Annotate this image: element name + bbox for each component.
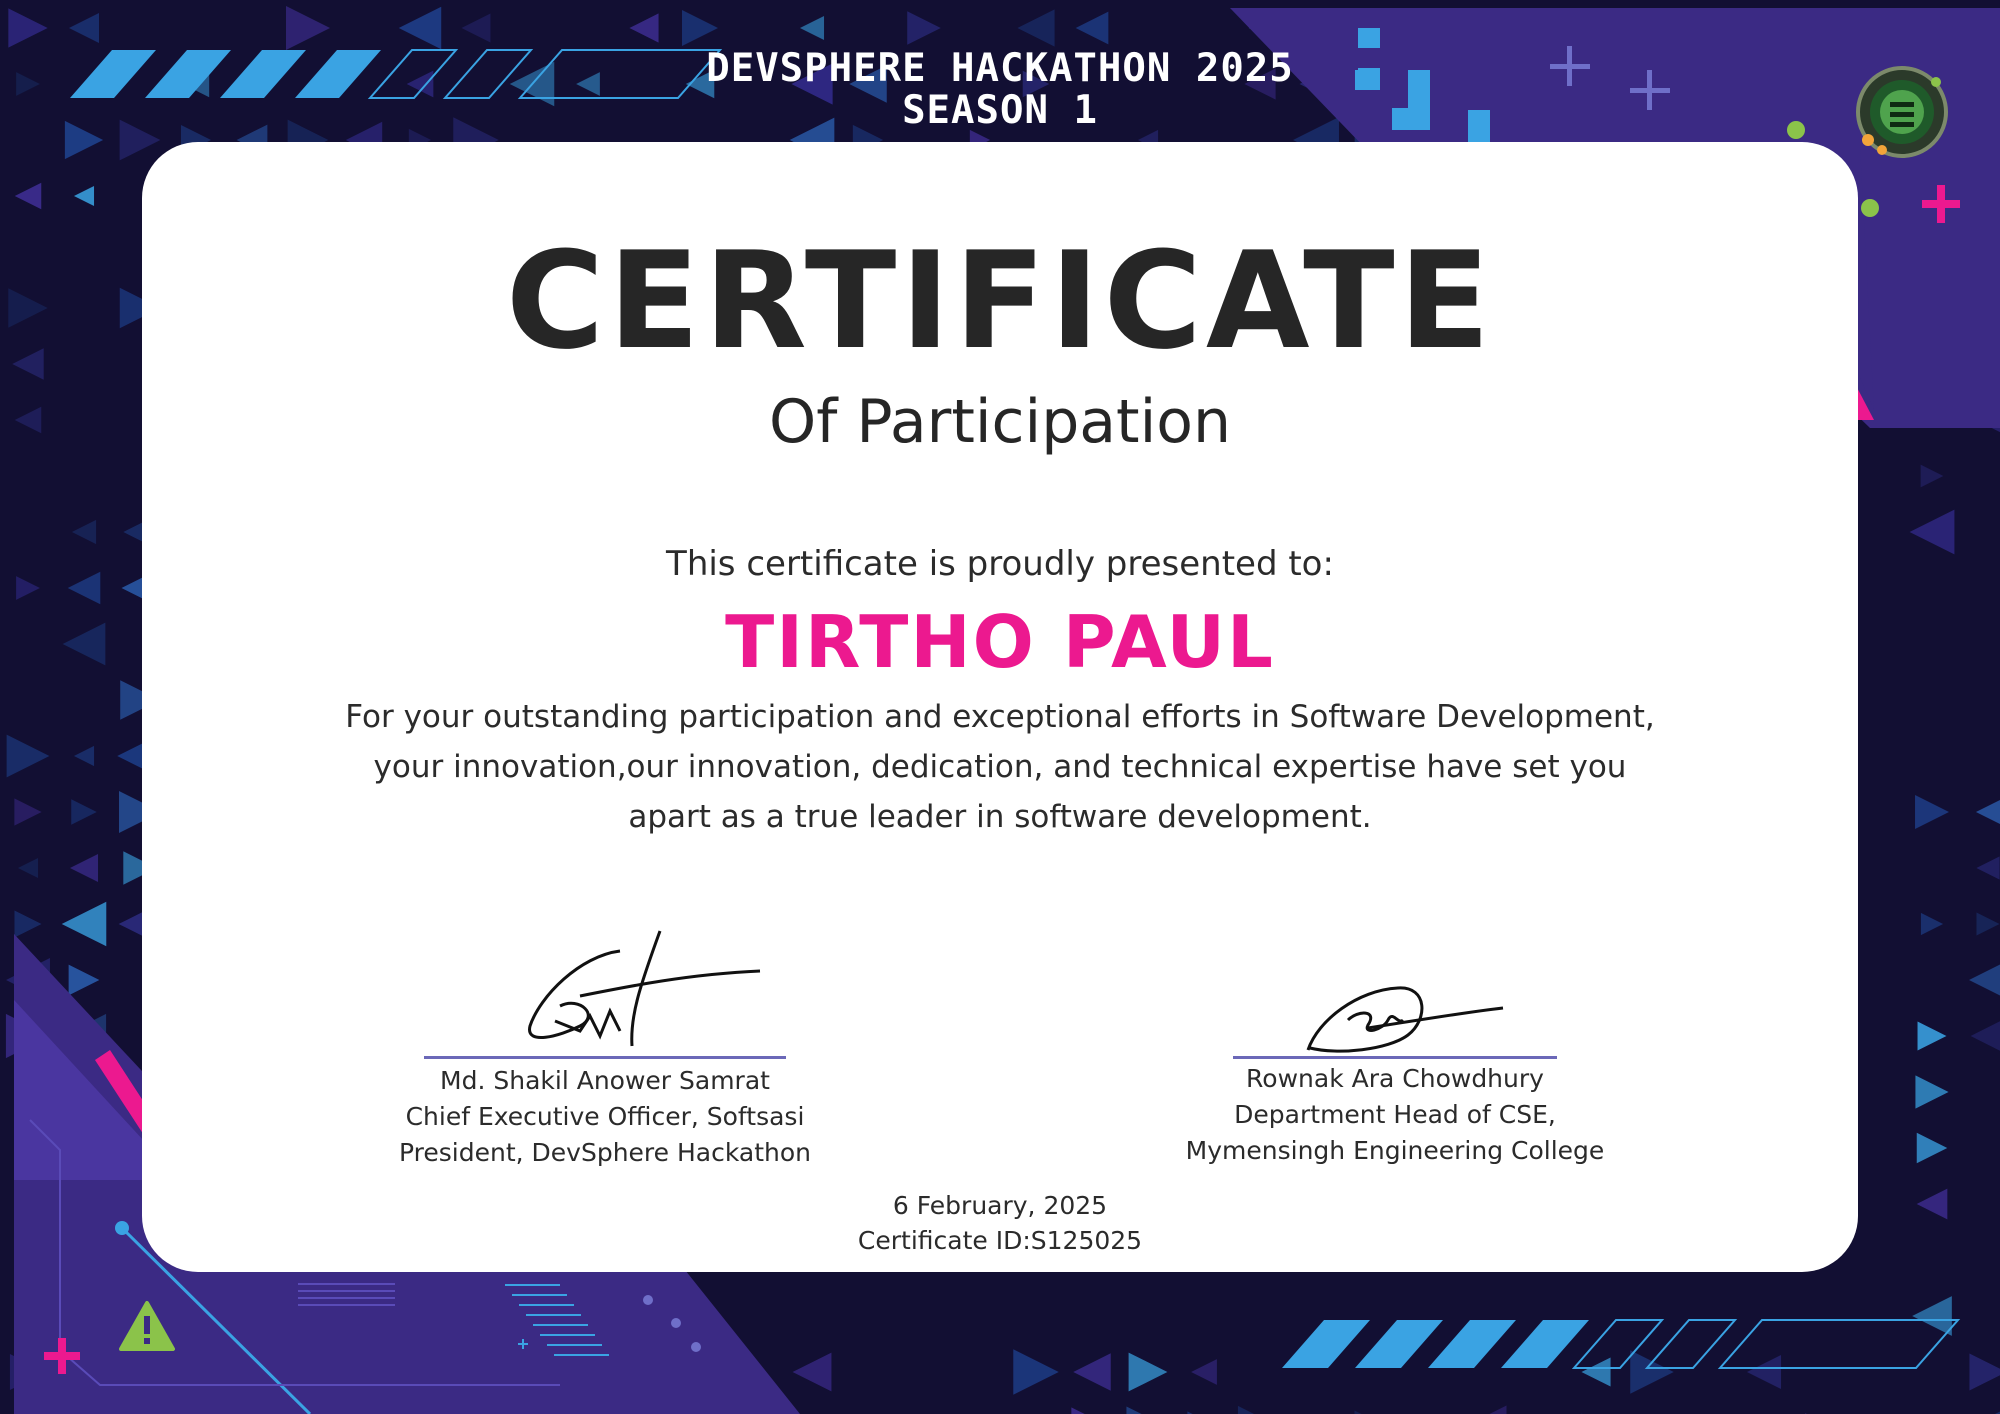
signatory-right: Rownak Ara Chowdhury Department Head of … <box>1170 1056 1620 1169</box>
event-title-line1: DEVSPHERE HACKATHON 2025 <box>706 46 1294 91</box>
body-line-2: your innovation,our innovation, dedicati… <box>373 749 1627 785</box>
body-line-3: apart as a true leader in software devel… <box>628 799 1372 835</box>
signatory-role: President, DevSphere Hackathon <box>399 1138 811 1167</box>
signatory-role: Chief Executive Officer, Softsasi <box>405 1102 805 1131</box>
issue-date: 6 February, 2025 <box>892 1191 1108 1220</box>
signature-right <box>1306 986 1504 1053</box>
signature-line <box>424 1056 786 1059</box>
signatory-name: Rownak Ara Chowdhury <box>1246 1064 1544 1093</box>
certificate-subtitle: Of Participation <box>769 387 1231 457</box>
certificate-title: CERTIFICATE <box>505 223 1495 379</box>
certificate-canvas: DEVSPHERE HACKATHON 2025 SEASON 1 CERTIF… <box>0 0 2000 1414</box>
signatory-role: Department Head of CSE, <box>1234 1100 1556 1129</box>
event-title-line2: SEASON 1 <box>902 88 1098 133</box>
signatory-name: Md. Shakil Anower Samrat <box>440 1066 770 1095</box>
signature-left <box>528 930 761 1047</box>
recipient-name: TIRTHO PAUL <box>725 600 1275 684</box>
presented-to-text: This certificate is proudly presented to… <box>666 544 1334 584</box>
event-title: DEVSPHERE HACKATHON 2025 SEASON 1 <box>580 48 1420 132</box>
signatory-role: Mymensingh Engineering College <box>1185 1136 1605 1165</box>
body-line-1: For your outstanding participation and e… <box>345 699 1655 735</box>
certificate-footer: 6 February, 2025 Certificate ID:S125025 <box>760 1188 1240 1258</box>
signatory-left: Md. Shakil Anower Samrat Chief Executive… <box>380 1056 830 1171</box>
certificate-body: For your outstanding participation and e… <box>290 692 1710 842</box>
signature-line <box>1233 1056 1557 1059</box>
warning-icon <box>119 1301 175 1351</box>
devsphere-logo-icon <box>1856 66 1948 158</box>
certificate-id: Certificate ID:S125025 <box>857 1226 1143 1255</box>
